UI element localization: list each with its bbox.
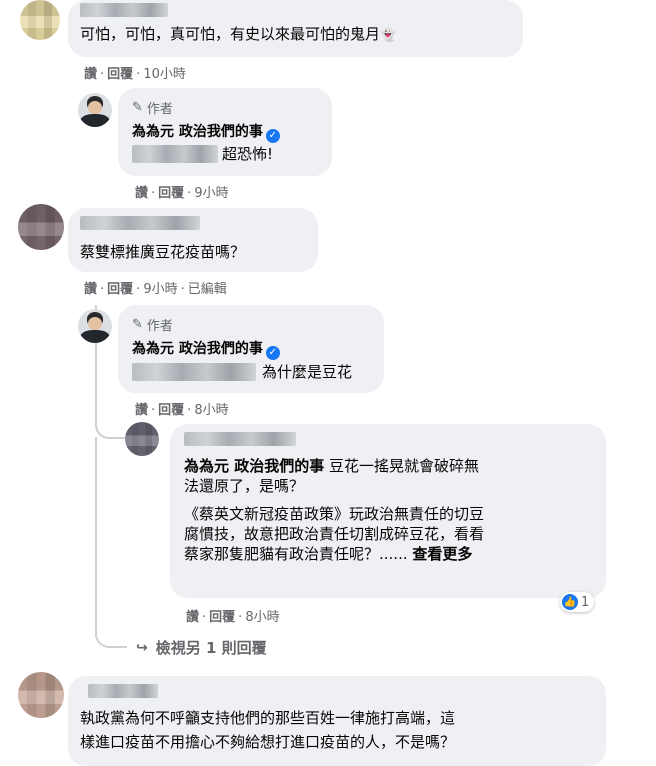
thread-line-continue — [95, 437, 97, 637]
comment-text: 超恐怖! — [222, 145, 274, 163]
reply-button[interactable]: 回覆 — [158, 186, 184, 201]
mention-redacted — [132, 363, 256, 381]
commenter-avatar[interactable] — [18, 204, 64, 250]
comment-text: 為什麼是豆花 — [262, 363, 353, 381]
comment-bubble: 蔡雙標推廣豆花疫苗嗎？ — [68, 208, 318, 272]
page-name[interactable]: 為為元 政治我們的事 — [132, 341, 263, 357]
ghost-emoji-icon: 👻 — [380, 28, 397, 43]
commenter-name-redacted — [80, 3, 168, 17]
like-button[interactable]: 讚 — [186, 610, 199, 625]
timestamp[interactable]: 8小時 — [245, 610, 279, 625]
comment-bubble: 可怕，可怕，真可怕，有史以來最可怕的鬼月👻 — [68, 0, 523, 57]
comment-bubble: ✎ 作者 為為元 政治我們的事 ✓ 為什麼是豆花 — [118, 305, 384, 393]
comment-actions: 讚 · 回覆 · 8小時 — [186, 610, 280, 625]
comment-actions: 讚 · 回覆 · 10小時 — [84, 67, 186, 82]
author-avatar[interactable] — [78, 93, 112, 127]
commenter-name-redacted — [88, 684, 158, 698]
verified-badge-icon: ✓ — [265, 129, 280, 143]
commenter-name-redacted — [80, 216, 200, 230]
comment-text: 蔡雙標推廣豆花疫苗嗎？ — [80, 243, 246, 261]
view-more-replies[interactable]: ↪ 檢視另 1 則回覆 — [136, 637, 267, 658]
page-name-row: 為為元 政治我們的事 ✓ — [132, 121, 280, 143]
commenter-avatar[interactable] — [18, 672, 64, 718]
comment-text: 執政黨為何不呼籲支持他們的那些百姓一律施打高端，這 樣進口疫苗不用擔心不夠給想打… — [80, 709, 456, 751]
comment-actions: 讚 · 回覆 · 8小時 — [135, 403, 229, 418]
timestamp[interactable]: 10小時 — [143, 67, 186, 82]
commenter-avatar[interactable] — [125, 422, 159, 456]
thread-curve-reply — [95, 415, 127, 439]
comment-text: 為為元 政治我們的事 豆花一搖晃就會破碎無 法還原了，是嗎？ 《蔡英文新冠疫苗政… — [184, 457, 485, 563]
mention-redacted — [132, 145, 218, 163]
comment-bubble: ✎ 作者 為為元 政治我們的事 ✓ 超恐怖! — [118, 88, 332, 176]
commenter-name-redacted — [184, 432, 296, 446]
author-avatar[interactable] — [78, 309, 112, 343]
reaction-count[interactable]: 👍 1 — [560, 592, 595, 612]
reply-button[interactable]: 回覆 — [107, 67, 133, 82]
comment-bubble: 為為元 政治我們的事 豆花一搖晃就會破碎無 法還原了，是嗎？ 《蔡英文新冠疫苗政… — [170, 424, 606, 598]
page-name-row: 為為元 政治我們的事 ✓ — [132, 338, 280, 360]
comment-actions: 讚 · 回覆 · 9小時 · 已編輯 — [84, 282, 227, 297]
author-badge: ✎ 作者 — [132, 317, 173, 334]
timestamp[interactable]: 9小時 — [143, 282, 177, 297]
pencil-icon: ✎ — [132, 100, 143, 115]
like-button[interactable]: 讚 — [135, 403, 148, 418]
like-button[interactable]: 讚 — [84, 282, 97, 297]
page-mention-link[interactable]: 為為元 政治我們的事 — [184, 457, 324, 475]
verified-badge-icon: ✓ — [265, 346, 280, 360]
thread-curve-view-more — [95, 626, 127, 648]
timestamp[interactable]: 9小時 — [194, 186, 228, 201]
like-button[interactable]: 讚 — [84, 67, 97, 82]
commenter-avatar[interactable] — [20, 0, 60, 40]
like-button[interactable]: 讚 — [135, 186, 148, 201]
author-badge: ✎ 作者 — [132, 100, 173, 117]
reply-arrow-icon: ↪ — [136, 639, 148, 656]
edited-label: 已編輯 — [187, 282, 227, 297]
comment-text: 可怕，可怕，真可怕，有史以來最可怕的鬼月👻 — [80, 25, 397, 43]
page-name[interactable]: 為為元 政治我們的事 — [132, 124, 263, 140]
pencil-icon: ✎ — [132, 317, 143, 332]
reply-button[interactable]: 回覆 — [158, 403, 184, 418]
comment-actions: 讚 · 回覆 · 9小時 — [135, 186, 229, 201]
reply-button[interactable]: 回覆 — [209, 610, 235, 625]
like-icon: 👍 — [562, 594, 578, 610]
see-more-link[interactable]: 查看更多 — [412, 545, 472, 563]
timestamp[interactable]: 8小時 — [194, 403, 228, 418]
reply-button[interactable]: 回覆 — [107, 282, 133, 297]
comment-bubble: 執政黨為何不呼籲支持他們的那些百姓一律施打高端，這 樣進口疫苗不用擔心不夠給想打… — [68, 676, 606, 766]
